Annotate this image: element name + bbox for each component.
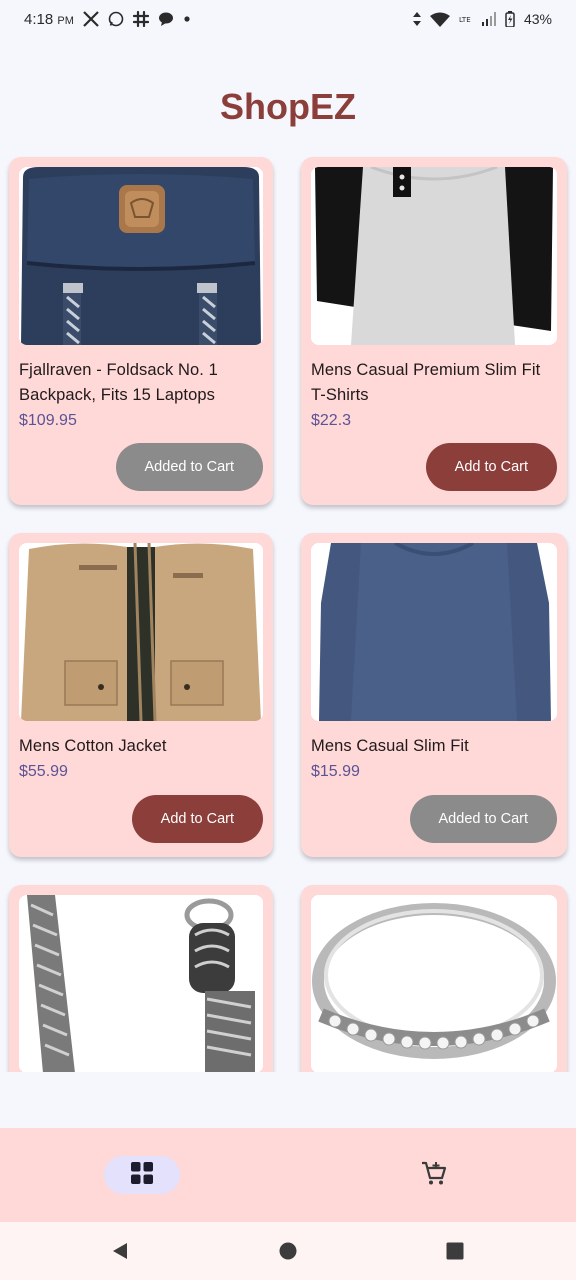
add-to-cart-button[interactable]: Add to Cart <box>425 443 557 491</box>
product-image-chain-bracelet <box>19 895 263 1072</box>
battery-percent: 43% <box>523 11 552 27</box>
status-time: 4:18 PM <box>24 10 74 28</box>
product-image-diamond-ring <box>311 895 557 1072</box>
lte-icon: LTE <box>459 14 473 24</box>
chat-icon <box>158 11 174 27</box>
app-title: ShopEZ <box>220 86 356 127</box>
x-icon <box>83 11 99 27</box>
product-title: Fjallraven - Foldsack No. 1 Backpack, Fi… <box>19 361 218 404</box>
svg-text:LTE: LTE <box>459 16 471 24</box>
added-to-cart-button[interactable]: Added to Cart <box>409 795 557 843</box>
whatsapp-icon <box>108 11 124 27</box>
product-price: $22.3 <box>311 412 352 429</box>
system-navigation-bar <box>0 1222 576 1280</box>
nav-home-tab[interactable] <box>104 1156 180 1194</box>
product-card[interactable]: Fjallraven - Foldsack No. 1 Backpack, Fi… <box>9 157 273 505</box>
battery-icon <box>505 11 515 27</box>
product-image-raglan-tshirt <box>311 167 557 345</box>
back-icon[interactable] <box>109 1240 131 1262</box>
signal-icon <box>481 12 496 26</box>
wifi-icon <box>429 12 450 27</box>
bottom-navigation <box>0 1128 576 1222</box>
nav-cart-tab[interactable] <box>416 1156 452 1194</box>
slack-icon <box>132 11 149 27</box>
product-card[interactable]: Mens Casual Slim Fit $15.99 Added to Car… <box>301 533 567 857</box>
data-arrows-icon <box>412 12 421 26</box>
dot-icon <box>183 15 191 23</box>
product-image-jacket <box>19 543 263 721</box>
product-card[interactable]: Mens Casual Premium Slim Fit T-Shirts $2… <box>301 157 567 505</box>
home-icon[interactable] <box>277 1240 299 1262</box>
add-to-cart-button[interactable]: Add to Cart <box>131 795 263 843</box>
product-price: $55.99 <box>19 763 68 780</box>
cart-icon <box>421 1160 447 1191</box>
recents-icon[interactable] <box>444 1240 466 1262</box>
product-grid-viewport[interactable]: Fjallraven - Foldsack No. 1 Backpack, Fi… <box>0 156 576 1072</box>
product-title: Mens Cotton Jacket <box>19 737 167 755</box>
status-left: 4:18 PM <box>24 11 191 28</box>
added-to-cart-button[interactable]: Added to Cart <box>115 443 263 491</box>
product-price: $15.99 <box>311 763 360 780</box>
product-title: Mens Casual Slim Fit <box>311 737 469 755</box>
product-card[interactable]: Mens Cotton Jacket $55.99 Add to Cart <box>9 533 273 857</box>
product-card[interactable] <box>301 885 567 1072</box>
product-image-backpack <box>19 167 263 345</box>
product-price: $109.95 <box>19 412 77 429</box>
product-grid: Fjallraven - Foldsack No. 1 Backpack, Fi… <box>0 156 576 1072</box>
status-right: LTE 43% <box>412 11 552 27</box>
status-bar: 4:18 PM LTE 43% <box>0 0 576 38</box>
grid-icon <box>130 1161 154 1190</box>
product-image-long-sleeve-shirt <box>311 543 557 721</box>
product-title: Mens Casual Premium Slim Fit T-Shirts <box>311 361 541 404</box>
product-card[interactable] <box>9 885 273 1072</box>
